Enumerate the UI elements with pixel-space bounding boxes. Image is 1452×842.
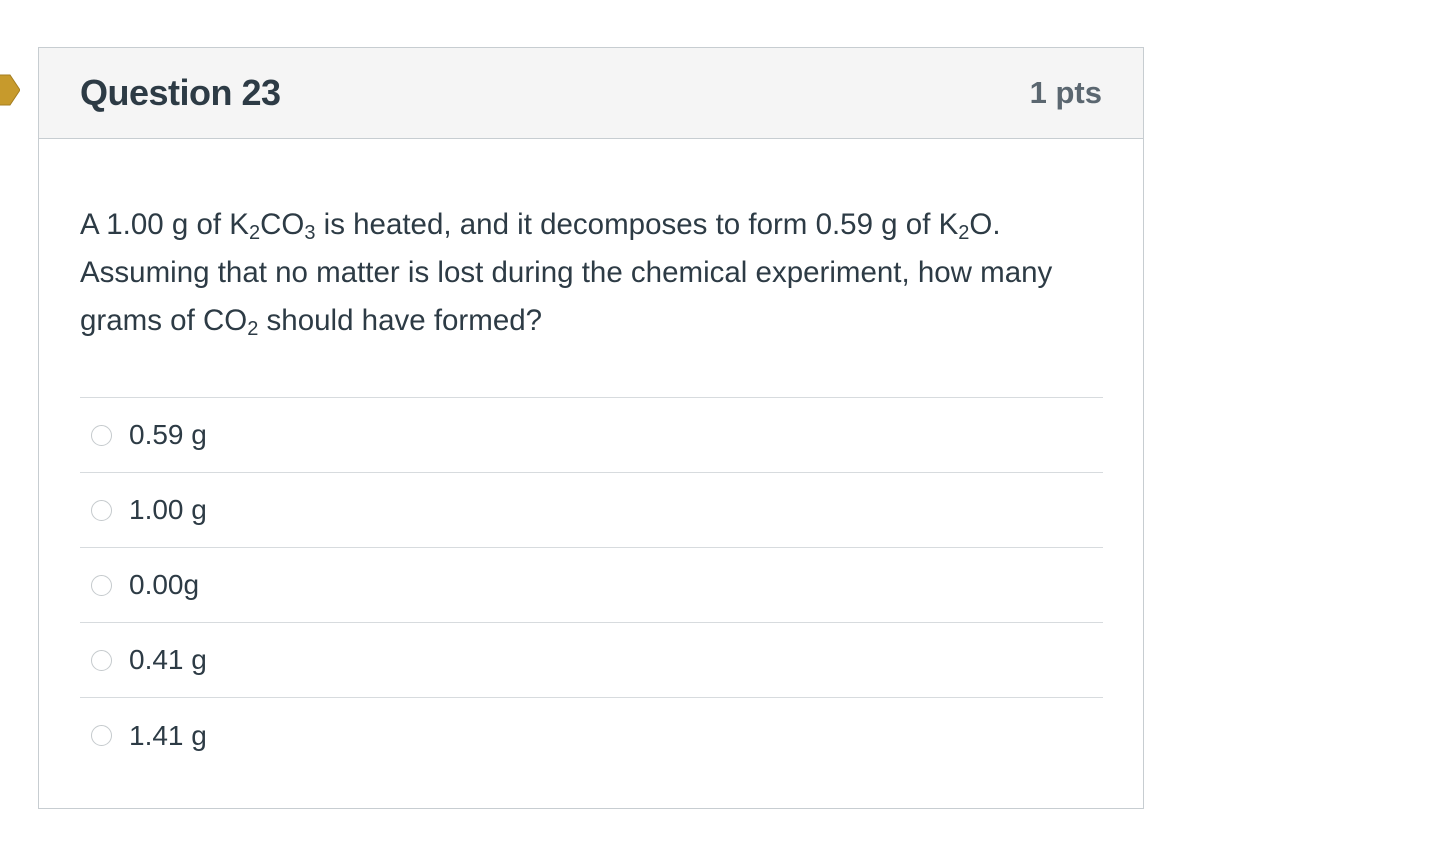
question-points: 1 pts (1029, 75, 1102, 110)
answer-label[interactable]: 1.00 g (129, 494, 207, 526)
radio-button-icon[interactable] (91, 499, 112, 521)
question-body: A 1.00 g of K2CO3 is heated, and it deco… (39, 201, 1143, 773)
radio-button-icon[interactable] (91, 424, 112, 446)
answer-option[interactable]: 0.59 g (80, 398, 1103, 473)
answer-option[interactable]: 0.41 g (80, 623, 1103, 698)
question-title: Question 23 (80, 72, 281, 113)
answer-label[interactable]: 0.41 g (129, 644, 207, 676)
answer-option[interactable]: 1.41 g (80, 698, 1103, 773)
question-card: Question 23 1 pts A 1.00 g of K2CO3 is h… (38, 47, 1144, 809)
answer-label[interactable]: 1.41 g (129, 720, 207, 752)
flag-question-icon[interactable] (0, 73, 20, 107)
answer-option[interactable]: 0.00g (80, 548, 1103, 623)
radio-button-icon[interactable] (91, 574, 112, 596)
question-header: Question 23 1 pts (39, 48, 1143, 139)
question-text: A 1.00 g of K2CO3 is heated, and it deco… (80, 208, 1053, 340)
radio-button-icon[interactable] (91, 725, 112, 746)
answer-list: 0.59 g 1.00 g 0.00g 0.41 g 1.41 g (80, 397, 1103, 773)
answer-option[interactable]: 1.00 g (80, 473, 1103, 548)
radio-button-icon[interactable] (91, 649, 112, 671)
answer-label[interactable]: 0.00g (129, 569, 199, 601)
answer-label[interactable]: 0.59 g (129, 419, 207, 451)
